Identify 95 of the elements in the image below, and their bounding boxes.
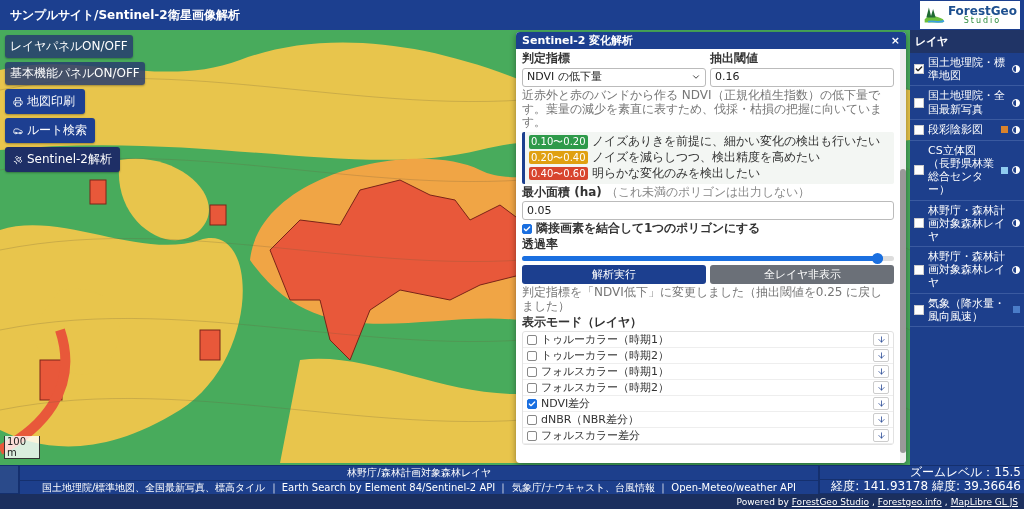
guide-text: ノイズありきを前提に、細かい変化の検出も行いたい	[591, 135, 880, 149]
logo[interactable]: ForestGeo Studio	[920, 1, 1020, 29]
range-badge: 0.40〜0.60	[529, 166, 588, 181]
checkbox[interactable]	[527, 382, 537, 393]
page-title: サンプルサイト/Sentinel-2衛星画像解析	[10, 6, 240, 24]
layer-label: CS立体図（長野県林業総合センター）	[928, 143, 995, 197]
checkbox[interactable]	[527, 366, 537, 377]
layer-checkbox[interactable]	[914, 97, 924, 108]
layer-label: 国土地理院・標準地図	[928, 56, 1006, 83]
layer-checkbox[interactable]	[914, 218, 924, 229]
credit-link[interactable]: ForestGeo Studio	[791, 496, 869, 507]
layer-checkbox[interactable]	[914, 304, 924, 315]
action-button[interactable]: 全レイヤ非表示	[710, 264, 894, 284]
attribution-text: 国土地理院/標準地図、全国最新写真、標高タイル ｜ Earth Search by Element 84/Sentinel-2 API ｜ 気象庁/ナウキャスト、台風情報 ｜ Open-Meteo/weather API	[20, 481, 818, 495]
contrast-icon[interactable]	[1012, 65, 1020, 74]
contrast-icon[interactable]	[1012, 265, 1020, 274]
layer-checkbox[interactable]	[914, 165, 924, 176]
layer-label: 気象（降水量・風向風速）	[928, 296, 1006, 323]
map-tool-button[interactable]: 地図印刷	[5, 89, 85, 114]
credits-text: Powered by	[736, 496, 789, 507]
field-label: 透過率	[522, 238, 559, 252]
field-label: 抽出閾値	[710, 52, 759, 66]
sidebar-title: レイヤ	[910, 30, 1024, 53]
arrow-down-icon	[876, 383, 886, 393]
arrow-down-icon	[876, 399, 886, 409]
checkbox[interactable]	[527, 334, 537, 345]
index-select[interactable]: NDVI の低下量	[522, 67, 706, 87]
scale-bar: 100 m	[4, 436, 40, 459]
close-button[interactable]: ×	[890, 34, 900, 47]
arrow-down-icon	[876, 335, 886, 345]
mode-label: フォルスカラー差分	[541, 429, 640, 443]
contrast-icon[interactable]	[1012, 125, 1020, 134]
mode-label: トゥルーカラー（時期2）	[541, 349, 669, 363]
contrast-icon[interactable]	[1012, 98, 1020, 107]
download-button[interactable]	[873, 333, 889, 347]
credit-link[interactable]: MapLibre GL JS	[950, 496, 1018, 507]
attribution-text: 林野庁/森林計画対象森林レイヤ	[20, 466, 818, 480]
mode-label: dNBR（NBR差分）	[541, 413, 639, 427]
credit-link[interactable]: Forestgeo.info	[877, 496, 942, 507]
map-tool-button[interactable]: ルート検索	[5, 118, 95, 143]
checkbox[interactable]	[527, 414, 537, 425]
map-tool-button[interactable]: 基本機能パネルON/OFF	[5, 62, 145, 85]
min-area-input[interactable]: 0.05	[522, 201, 894, 221]
download-button[interactable]	[873, 349, 889, 363]
zoom-level: ズームレベル：15.5	[820, 466, 1024, 479]
status-message: 判定指標を「NDVI低下」に変更しました（抽出閾値を0.25 に戻しました）	[522, 285, 884, 314]
download-button[interactable]	[873, 429, 889, 443]
printer-icon	[13, 96, 23, 107]
checkbox[interactable]	[527, 398, 537, 409]
satellite-icon	[13, 154, 23, 165]
separator-text: ,	[944, 496, 948, 507]
contrast-icon[interactable]	[1012, 219, 1020, 228]
threshold-input[interactable]: 0.16	[710, 67, 894, 87]
action-button[interactable]: 解析実行	[522, 264, 706, 284]
section-title: 表示モード（レイヤ）	[522, 315, 643, 330]
checkbox[interactable]	[527, 430, 537, 441]
map-tool-button[interactable]: レイヤパネルON/OFF	[5, 35, 133, 58]
download-button[interactable]	[873, 381, 889, 395]
range-badge: 0.10〜0.20	[529, 135, 588, 149]
layer-checkbox[interactable]	[914, 64, 924, 75]
range-badge: 0.20〜0.40	[529, 151, 588, 165]
logo-subtitle: Studio	[963, 17, 1002, 25]
car-icon	[13, 125, 23, 136]
description-text: 近赤外と赤のバンドから作る NDVI（正規化植生指数）の低下量です。葉量の減少を素直に表すため、伐採・枯損の把握に向いています。	[522, 88, 883, 131]
field-label: 判定指標	[522, 52, 571, 66]
arrow-down-icon	[876, 367, 886, 377]
scrollbar-thumb[interactable]	[900, 169, 906, 453]
separator-text: ,	[871, 496, 875, 507]
download-button[interactable]	[873, 365, 889, 379]
arrow-down-icon	[876, 351, 886, 361]
mode-label: NDVI差分	[541, 397, 591, 411]
layer-label: 林野庁・森林計画対象森林レイヤ	[928, 250, 1006, 290]
guide-text: 明らかな変化のみを検出したい	[591, 166, 760, 181]
layer-label: 国土地理院・全国最新写真	[928, 89, 1006, 116]
panel-title: Sentinel-2 変化解析	[522, 33, 634, 48]
arrow-down-icon	[876, 431, 886, 441]
map-tool-button[interactable]: Sentinel-2解析	[5, 147, 120, 172]
download-button[interactable]	[873, 397, 889, 411]
layer-checkbox[interactable]	[914, 124, 924, 135]
arrow-down-icon	[876, 415, 886, 425]
layer-label: 段彩陰影図	[928, 123, 984, 137]
mode-label: フォルスカラー（時期2）	[541, 381, 669, 395]
guide-text: ノイズを減らしつつ、検出精度を高めたい	[591, 151, 820, 165]
checkbox[interactable]	[527, 350, 537, 361]
contrast-icon[interactable]	[1012, 166, 1020, 175]
checkbox-label: 隣接画素を結合して1つのポリゴンにする	[536, 222, 761, 237]
coordinates: 経度: 141.93178 緯度: 39.36646	[820, 480, 1024, 493]
layer-checkbox[interactable]	[914, 264, 924, 275]
download-button[interactable]	[873, 413, 889, 427]
layer-label: 林野庁・森林計画対象森林レイヤ	[928, 203, 1006, 244]
mode-label: トゥルーカラー（時期1）	[541, 333, 669, 347]
logo-name: ForestGeo	[947, 5, 1017, 17]
field-label: 最小面積 (ha) （これ未満のポリゴンは出力しない）	[522, 185, 811, 200]
mode-label: フォルスカラー（時期1）	[541, 365, 669, 379]
checkbox[interactable]	[522, 224, 532, 235]
